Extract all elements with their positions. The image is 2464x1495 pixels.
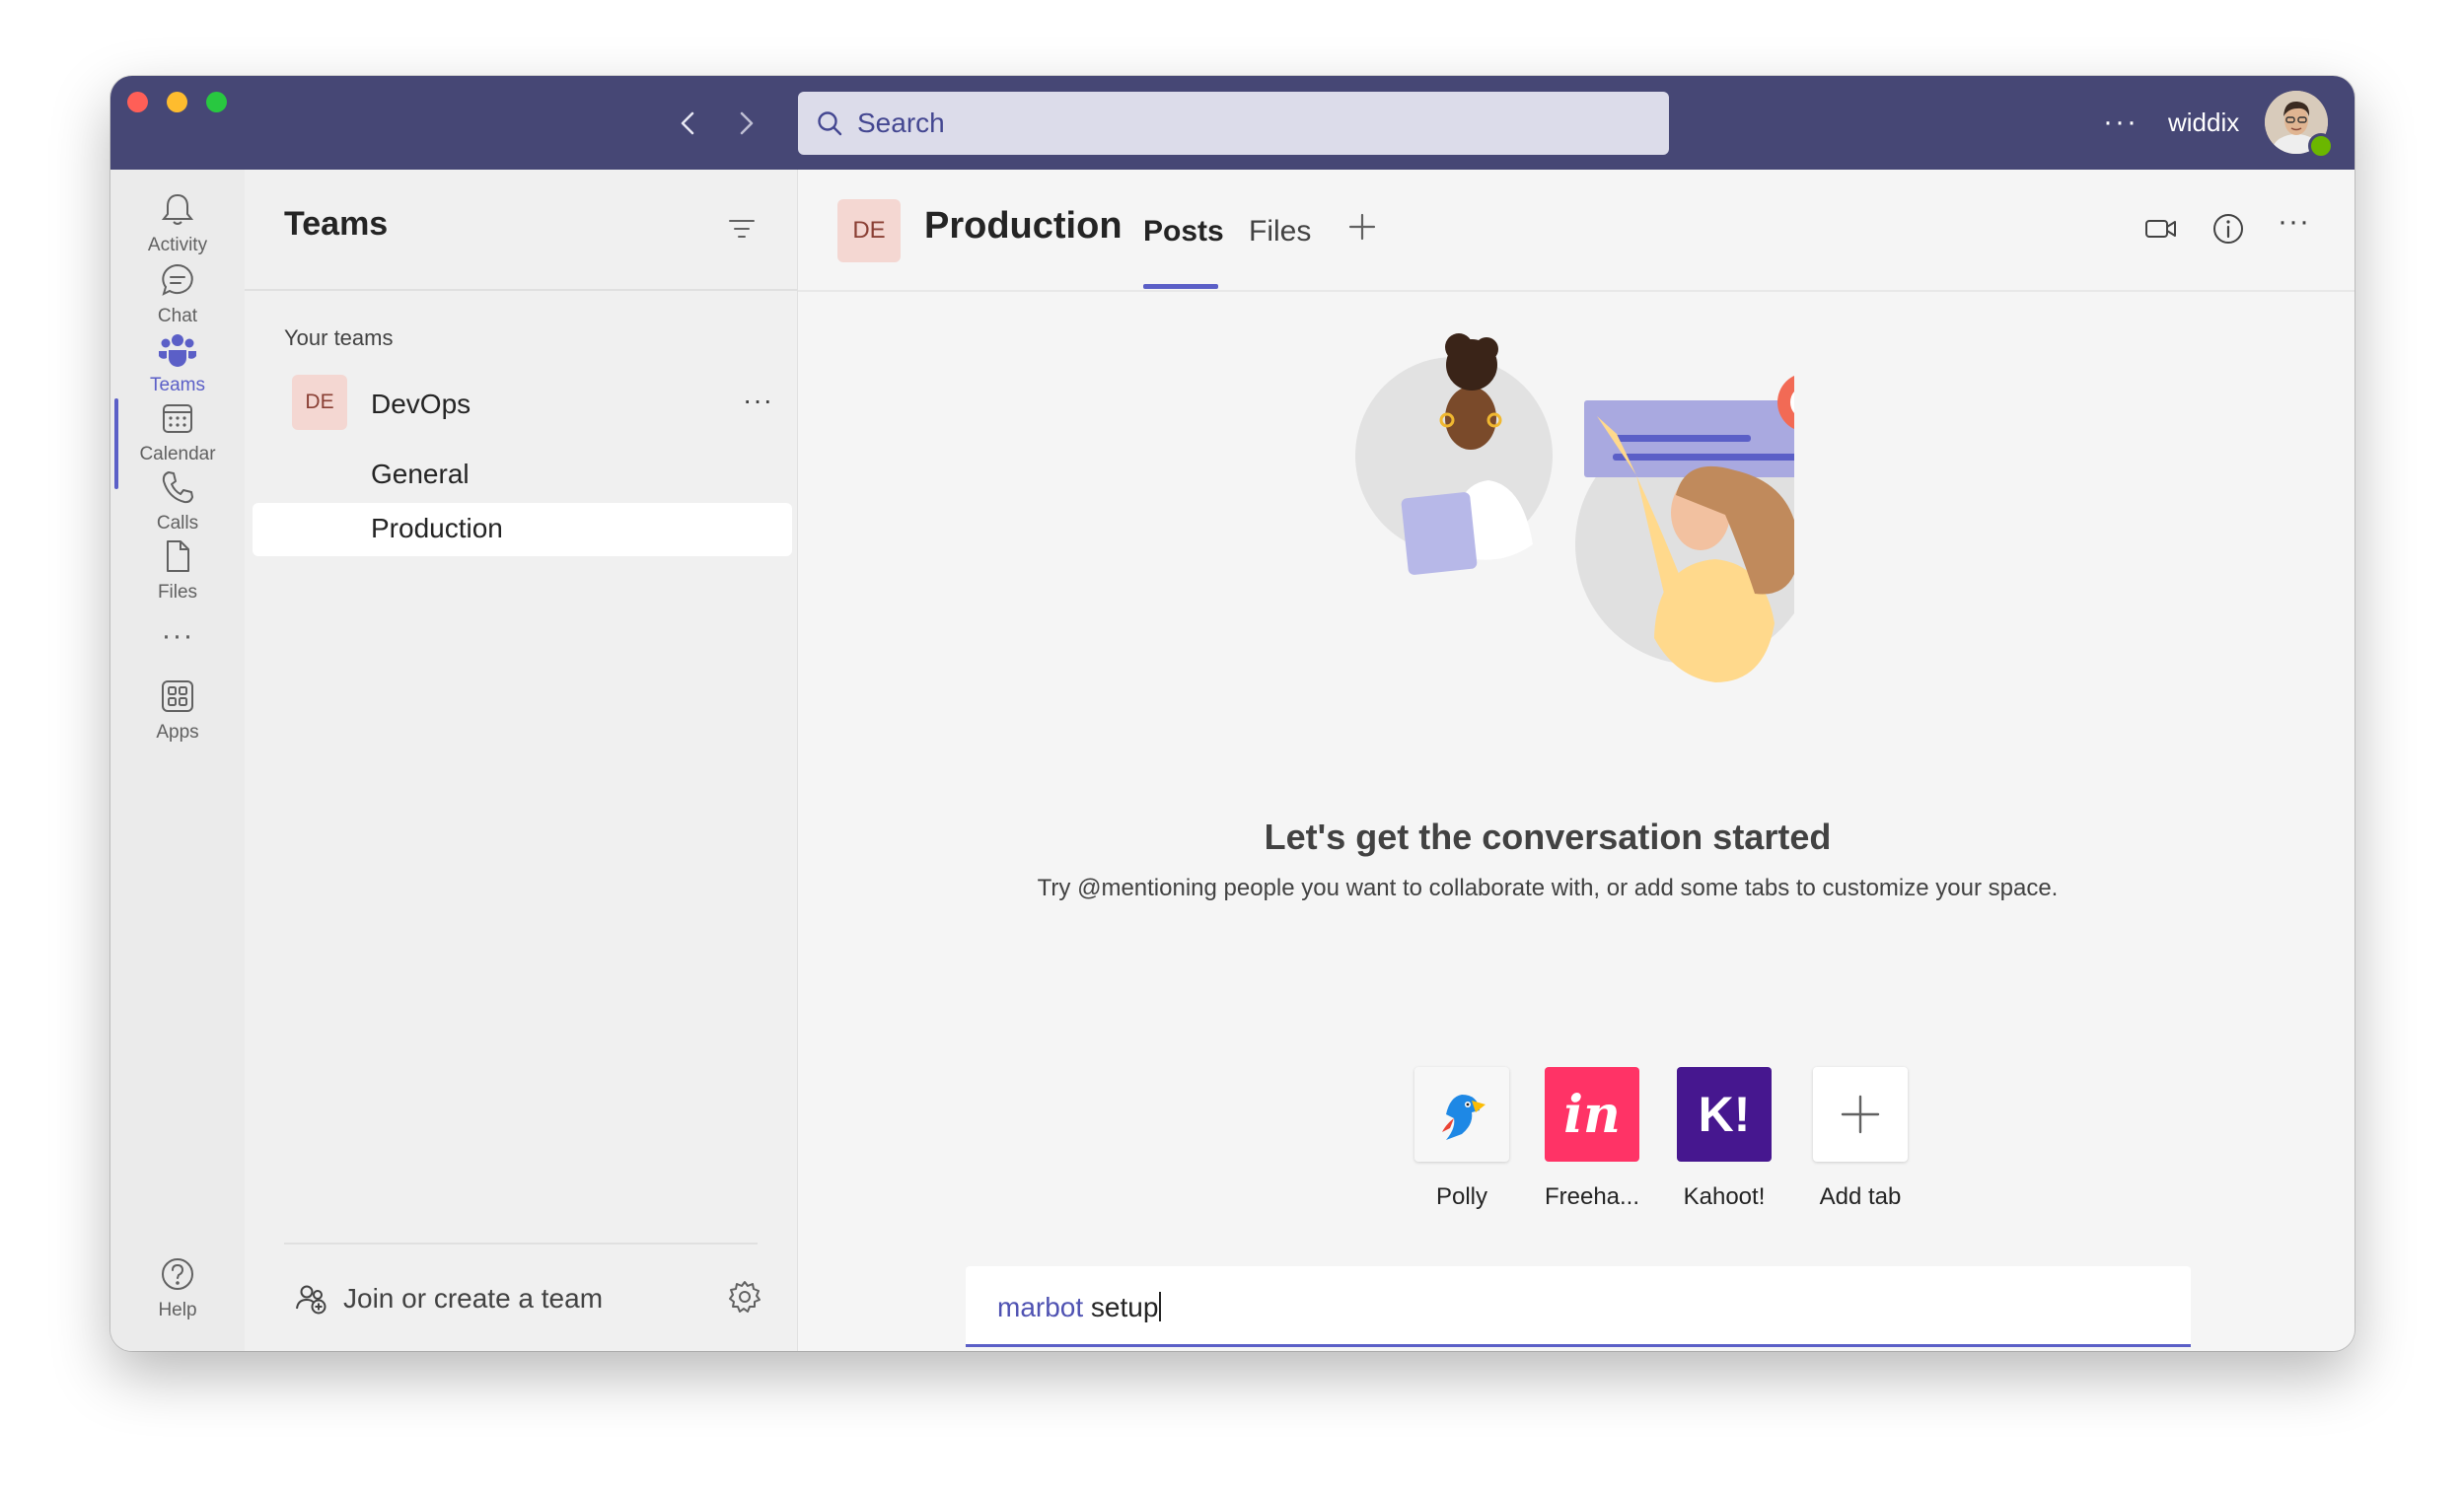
file-icon (167, 540, 189, 572)
rail-item-label: Calendar (139, 444, 216, 464)
tab-posts[interactable]: Posts (1143, 215, 1224, 249)
window-minimize-button[interactable] (167, 92, 187, 112)
channel-main-area: DE Production Posts Files ··· Let's get … (798, 170, 2355, 1351)
channel-info-button[interactable] (2210, 211, 2246, 251)
app-label: Polly (1435, 1183, 1488, 1210)
channel-label: Production (371, 513, 503, 543)
tab-files[interactable]: Files (1249, 215, 1311, 249)
conversation-illustration (1355, 333, 1794, 682)
compose-text: setup (1083, 1292, 1159, 1322)
active-tab-underline (1143, 284, 1218, 289)
presence-available-icon (2308, 133, 2334, 159)
channel-avatar: DE (837, 199, 901, 262)
window-maximize-button[interactable] (206, 92, 227, 112)
app-rail: Activity Chat Teams Calendar Calls Files… (110, 170, 245, 1351)
bell-icon (161, 193, 194, 225)
team-more-options-button[interactable]: ··· (743, 385, 773, 416)
search-icon (818, 111, 842, 136)
channel-more-options-button[interactable]: ··· (2278, 205, 2310, 239)
text-caret (1159, 1292, 1162, 1321)
rail-item-label: Teams (150, 375, 205, 395)
phone-icon (162, 471, 193, 504)
manage-teams-button[interactable] (727, 1279, 762, 1319)
add-people-icon (296, 1285, 326, 1315)
help-icon (162, 1258, 193, 1290)
add-tab-button[interactable] (1344, 209, 1380, 249)
gear-icon (729, 1281, 761, 1313)
your-teams-heading: Your teams (284, 325, 394, 350)
plus-icon (1841, 1095, 1880, 1134)
video-camera-icon (2145, 220, 2176, 238)
apps-icon (162, 680, 193, 712)
filter-icon (729, 220, 755, 238)
calendar-icon (163, 404, 192, 433)
app-label: Add tab (1819, 1183, 1902, 1210)
add-tab-box (1813, 1067, 1908, 1162)
kahoot-app-icon: K! (1677, 1067, 1772, 1162)
join-label: Join or create a team (343, 1283, 604, 1314)
app-tile-freehand[interactable]: in Freeha... (1543, 1067, 1641, 1211)
pane-title: Teams (284, 205, 389, 243)
teams-window: Search ··· widdix Activity Chat Teams Ca… (110, 76, 2355, 1351)
filter-button[interactable] (726, 213, 758, 249)
rail-item-help[interactable]: Help (110, 1254, 245, 1351)
divider (284, 1243, 758, 1245)
teams-list-pane: Teams Your teams DE DevOps ··· General P… (245, 170, 798, 1351)
search-placeholder: Search (857, 107, 945, 138)
rail-item-label: Calls (156, 513, 199, 534)
team-avatar: DE (292, 375, 347, 430)
channel-item-general[interactable]: General (245, 449, 784, 502)
window-close-button[interactable] (127, 92, 148, 112)
chat-icon (162, 263, 193, 296)
rail-item-label: Files (157, 582, 198, 603)
rail-item-label: Apps (156, 722, 199, 743)
compose-message-input[interactable]: marbot setup (966, 1266, 2191, 1347)
app-label: Kahoot! (1683, 1183, 1766, 1210)
teams-icon (159, 334, 196, 367)
divider (245, 289, 797, 291)
app-tile-polly[interactable]: Polly (1413, 1067, 1511, 1211)
channel-label: General (371, 459, 470, 489)
empty-state-subtitle: Try @mentioning people you want to colla… (1037, 875, 2059, 901)
back-button[interactable] (671, 106, 706, 141)
chevron-left-icon (681, 111, 694, 135)
search-input[interactable]: Search (798, 92, 1669, 155)
app-label: Freeha... (1544, 1183, 1640, 1210)
team-name-devops[interactable]: DevOps (371, 389, 471, 420)
channel-header: DE Production Posts Files ··· (798, 170, 2355, 292)
rail-item-apps[interactable]: Apps (110, 676, 245, 779)
username-label: widdix (2168, 107, 2240, 137)
info-icon (2213, 214, 2243, 244)
app-tile-kahoot[interactable]: K! Kahoot! (1675, 1067, 1774, 1211)
plus-icon (1348, 213, 1376, 241)
chevron-right-icon (740, 111, 754, 135)
invision-app-icon: in (1545, 1067, 1639, 1162)
meet-now-button[interactable] (2143, 211, 2179, 251)
forward-button[interactable] (728, 106, 763, 141)
settings-more-button[interactable]: ··· (2103, 106, 2138, 139)
polly-parrot-icon (1442, 1095, 1486, 1140)
channel-item-production[interactable]: Production (253, 503, 792, 556)
title-bar: Search ··· widdix (110, 76, 2355, 170)
rail-item-label: Chat (157, 306, 198, 326)
rail-item-label: Help (158, 1300, 197, 1320)
bot-mention: marbot (997, 1292, 1084, 1322)
channel-title: Production (924, 205, 1123, 247)
polly-app-icon (1414, 1067, 1509, 1162)
rail-item-label: Activity (147, 235, 208, 255)
join-or-create-team-button[interactable]: Join or create a team (294, 1282, 603, 1316)
empty-state-title: Let's get the conversation started (1264, 817, 1832, 857)
app-tile-add-tab[interactable]: Add tab (1811, 1067, 1910, 1211)
